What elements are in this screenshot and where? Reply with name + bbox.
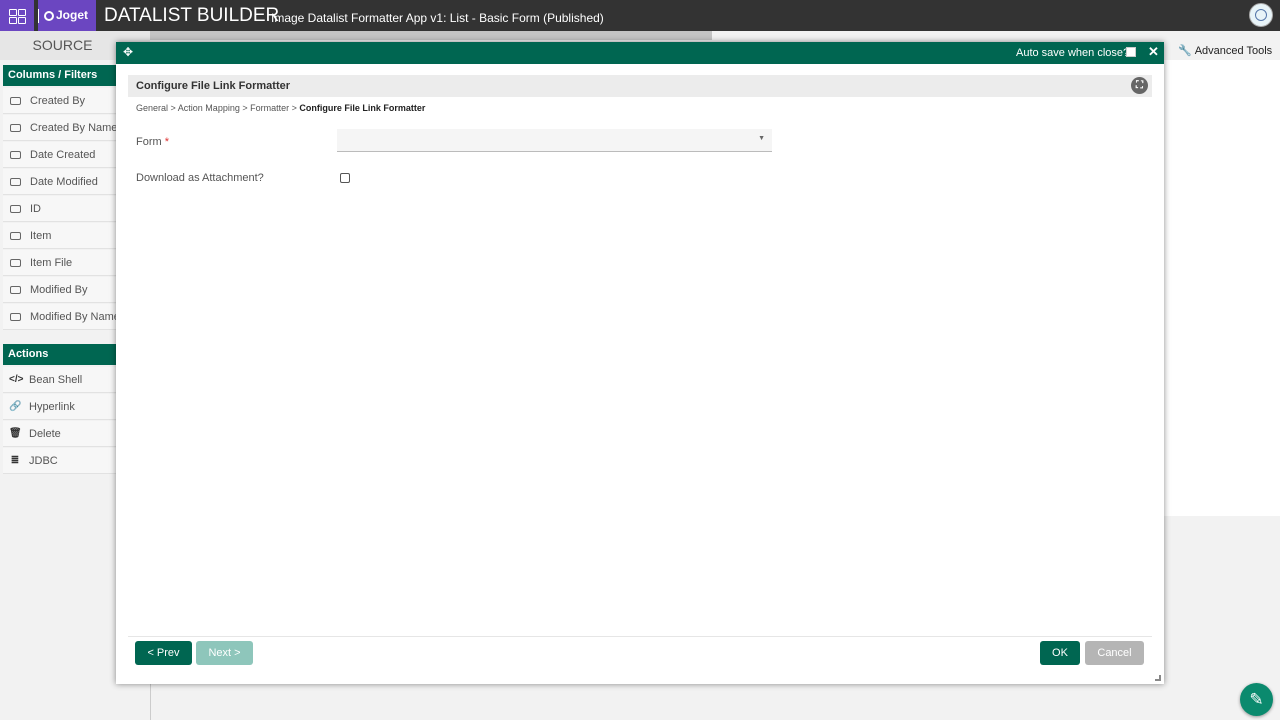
prev-button[interactable]: < Prev [135,641,192,665]
autosave-label: Auto save when close? [1016,47,1130,59]
column-icon [10,259,21,268]
breadcrumb-action-mapping[interactable]: Action Mapping [178,103,240,113]
palette-item-date-created[interactable]: Date Created [3,142,116,168]
column-icon [10,313,21,322]
joget-logo[interactable]: Joget [38,0,96,31]
code-icon: </> [9,374,24,386]
grid-icon [9,9,17,16]
column-icon [10,97,21,106]
palette-item-label: JDBC [29,455,58,467]
joget-icon [44,10,54,21]
advanced-tools-button[interactable]: 🔧 Advanced Tools [1178,44,1272,57]
palette-item-label: Item File [30,257,73,269]
close-icon[interactable]: ✕ [1148,44,1159,60]
pencil-icon: ✎ [1249,690,1264,709]
palette-item-label: Hyperlink [29,401,75,413]
actions-heading: Actions [3,344,116,365]
palette-item-label: Modified By Name [30,311,116,323]
palette-item-label: Created By [30,95,86,107]
palette-item-created-by-name[interactable]: Created By Name [3,115,116,141]
palette-item-modified-by-name[interactable]: Modified By Name [3,304,116,330]
apps-grid-button[interactable] [0,0,34,31]
form-select[interactable]: ▼ [337,129,772,152]
user-avatar[interactable] [1249,3,1273,27]
palette-action-jdbc[interactable]: ≣ JDBC [3,448,116,474]
breadcrumb: General > Action Mapping > Formatter > C… [136,103,426,113]
palette-item-item-file[interactable]: Item File [3,250,116,276]
palette-item-label: Date Modified [30,176,98,188]
dialog-title-bar[interactable]: ✥ Auto save when close? ✕ [116,42,1164,64]
palette-action-bean-shell[interactable]: </> Bean Shell [3,367,116,393]
required-marker: * [164,136,170,148]
palette-action-delete[interactable]: 🗑 Delete [3,421,116,447]
resize-handle[interactable] [1155,675,1161,681]
download-attachment-label: Download as Attachment? [136,172,264,184]
top-bar: Joget DATALIST BUILDER Image Datalist Fo… [0,0,1280,31]
footer-divider [128,636,1152,637]
grid-icon-cell [9,17,17,24]
fullscreen-icon[interactable]: ⛶ [1131,77,1148,94]
palette-item-label: Modified By [30,284,88,296]
builder-title: DATALIST BUILDER [104,5,280,26]
edit-fab-button[interactable]: ✎ [1240,683,1273,716]
palette-item-item[interactable]: Item [3,223,116,249]
column-icon [10,286,21,295]
column-icon [10,178,21,187]
column-icon [10,232,21,241]
palette-item-modified-by[interactable]: Modified By [3,277,116,303]
right-panel [1164,60,1280,516]
column-icon [10,151,21,160]
column-icon [10,124,21,133]
dialog-section-header: Configure File Link Formatter ⛶ [128,75,1152,97]
move-icon[interactable]: ✥ [123,45,133,59]
palette-action-hyperlink[interactable]: 🔗 Hyperlink [3,394,116,420]
palette-item-label: Date Created [30,149,96,161]
palette-item-label: Created By Name [30,122,116,134]
property-editor-dialog: ✥ Auto save when close? ✕ Configure File… [116,42,1164,684]
form-label-text: Form [136,136,162,148]
breadcrumb-general[interactable]: General [136,103,168,113]
autosave-checkbox[interactable] [1126,47,1136,57]
grid-icon-cell [18,9,26,16]
breadcrumb-current: Configure File Link Formatter [299,103,426,113]
next-button[interactable]: Next > [196,641,253,665]
column-icon [10,205,21,214]
chevron-down-icon: ▼ [758,135,765,142]
tab-source-label: SOURCE [32,37,93,53]
link-icon: 🔗 [9,401,22,413]
logo-divider [38,8,39,23]
trash-icon: 🗑 [9,428,22,440]
palette-item-label: Delete [29,428,61,440]
page-title: Configure File Link Formatter [136,80,291,92]
ok-button[interactable]: OK [1040,641,1080,665]
palette-item-date-modified[interactable]: Date Modified [3,169,116,195]
grid-icon-cell [18,17,26,24]
palette-item-label: Bean Shell [29,374,83,386]
breadcrumb-formatter[interactable]: Formatter [250,103,289,113]
app-subtitle: Image Datalist Formatter App v1: List - … [271,11,604,25]
wrench-icon: 🔧 [1178,45,1192,57]
advanced-tools-label: Advanced Tools [1194,45,1273,57]
palette-item-label: ID [30,203,41,215]
logo-text: Joget [56,8,89,22]
download-attachment-checkbox[interactable] [340,173,350,183]
palette-item-created-by[interactable]: Created By [3,88,116,114]
columns-filters-heading: Columns / Filters [3,65,116,86]
palette-item-label: Item [30,230,52,242]
database-icon: ≣ [10,455,20,467]
palette-item-id[interactable]: ID [3,196,116,222]
form-field-label: Form * [136,136,169,148]
cancel-button[interactable]: Cancel [1085,641,1144,665]
